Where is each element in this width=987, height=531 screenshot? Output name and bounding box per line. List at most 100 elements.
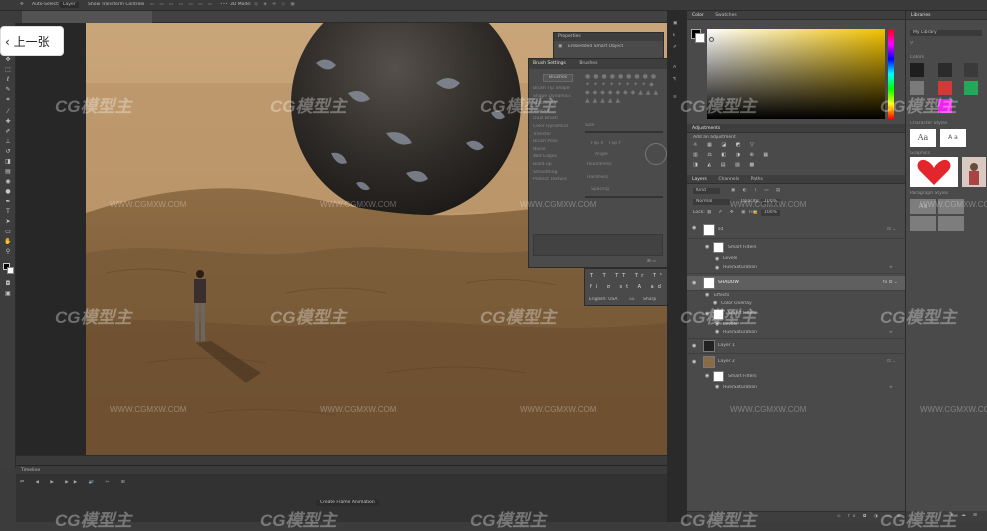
eyedropper-icon[interactable]: ⁄ <box>4 109 12 115</box>
visibility-eye-icon[interactable]: ◉ <box>705 245 710 250</box>
screen-mode-icon[interactable]: ▣ <box>4 291 12 297</box>
adjustment-icons-row-2[interactable]: ▥ ⚖ ◧ ◑ ⊕ ▦ <box>693 152 772 159</box>
path-select-icon[interactable]: ➤ <box>4 219 12 225</box>
filter-options-icon[interactable]: ≑ <box>889 265 893 271</box>
visibility-eye-icon[interactable]: ◉ <box>715 266 720 271</box>
new-brush-icon[interactable]: ⊞ ▭ <box>647 259 656 265</box>
document-tab[interactable]: BIG SPHERE ALPHA.png @ 600% (SHADOW, RGB… <box>22 11 152 30</box>
visibility-eye-icon[interactable]: ◉ <box>705 293 710 298</box>
brush-option[interactable]: Protect Texture <box>533 177 581 185</box>
paragraph-icon[interactable]: ¶ <box>673 77 676 83</box>
layer-row-effects[interactable]: ◉ Effects <box>687 292 905 300</box>
adjustment-icons-row-1[interactable]: ☼ ▦ ◪ ◩ ▽ <box>693 142 758 149</box>
visibility-eye-icon[interactable]: ◉ <box>692 344 697 349</box>
info-icon[interactable]: ℹ <box>673 33 675 39</box>
previous-image-button[interactable]: ‹ 上一张 <box>0 26 64 56</box>
clone-stamp-icon[interactable]: ⊥ <box>4 139 12 145</box>
layer-row-smart-filters[interactable]: ◉ Smart Filters <box>687 241 905 255</box>
quick-select-icon[interactable]: ✎ <box>4 87 12 93</box>
quick-mask-icon[interactable]: ◘ <box>4 281 12 287</box>
brush-option[interactable]: Wet Edges <box>533 154 581 162</box>
brush-panel-icon[interactable]: ✐ <box>673 45 677 51</box>
history-icon[interactable]: ▣ <box>673 21 677 27</box>
dodge-tool-icon[interactable]: ● <box>4 189 12 195</box>
visibility-eye-icon[interactable]: ◉ <box>692 360 697 365</box>
background-color-chip[interactable] <box>695 33 705 43</box>
photo-graphic-thumbnail[interactable] <box>962 157 986 187</box>
tab-channels[interactable]: Channels <box>718 177 739 182</box>
flip-y-checkbox[interactable]: Flip Y <box>609 141 621 147</box>
library-color-swatch[interactable] <box>964 81 978 95</box>
playback-controls[interactable]: ⏮ ◀ ▶ ▶▶ 🔊 ✂ ⊞ <box>20 480 130 486</box>
heart-graphic-thumbnail[interactable] <box>910 157 958 187</box>
tab-paths[interactable]: Paths <box>751 177 763 182</box>
type-tool-icon[interactable]: T <box>4 209 12 215</box>
flip-x-checkbox[interactable]: Flip X <box>591 141 603 147</box>
size-slider[interactable] <box>585 131 663 133</box>
layer-row-sd[interactable]: ◉ sd ⊡ ⌄ <box>687 221 905 239</box>
healing-brush-icon[interactable]: ✚ <box>4 119 12 125</box>
eraser-tool-icon[interactable]: ◨ <box>4 159 12 165</box>
marquee-tool-icon[interactable]: ⬚ <box>4 67 12 73</box>
brush-option[interactable]: Dual Brush <box>533 116 581 124</box>
brush-option[interactable]: Smoothing <box>533 170 581 178</box>
shape-tool-icon[interactable]: ▭ <box>4 229 12 235</box>
anti-alias-dropdown[interactable]: Sharp <box>643 297 656 303</box>
visibility-eye-icon[interactable]: ◉ <box>715 330 720 335</box>
background-color-swatch[interactable] <box>7 267 14 274</box>
layer-filter-icons[interactable]: ▣ ◐ T ▭ ▤ <box>731 188 783 194</box>
tab-color[interactable]: Color <box>692 13 704 18</box>
brushes-button[interactable]: Brushes <box>543 74 574 82</box>
move-tool-icon[interactable]: ✥ <box>20 2 24 8</box>
show-transform-controls[interactable]: Show Transform Controls <box>88 2 144 8</box>
brush-angle-preview[interactable] <box>645 143 667 165</box>
library-dropdown[interactable]: My Library <box>910 30 982 36</box>
adjustment-icons-row-3[interactable]: ◨ ◭ ▤ ▨ ▩ <box>693 162 758 169</box>
character-icon[interactable]: A <box>673 65 676 71</box>
layer-row-shadow[interactable]: ◉ SHADOW fx ⊡ ⌄ <box>687 276 905 291</box>
fill-value[interactable]: 100% <box>761 210 780 216</box>
library-search-icon[interactable]: ⚲ <box>910 41 913 47</box>
layer-filter-kind[interactable]: Kind <box>693 188 720 194</box>
history-brush-icon[interactable]: ↺ <box>4 149 12 155</box>
tab-brushes[interactable]: Brushes <box>579 61 597 66</box>
hand-tool-icon[interactable]: ✋ <box>4 239 12 245</box>
visibility-eye-icon[interactable]: ◉ <box>715 385 720 390</box>
layer-row-hue-saturation[interactable]: ◉ Hue/Saturation ≑ <box>687 329 905 339</box>
paragraph-style-card[interactable] <box>910 216 936 231</box>
layer-row-hue-saturation[interactable]: ◉ Hue/Saturation ≑ <box>687 264 905 274</box>
color-picker-ring[interactable] <box>709 37 714 42</box>
layer-row-layer-2[interactable]: ◉ Layer 2 ⊡ ⌄ <box>687 355 905 370</box>
paragraph-style-card[interactable] <box>938 216 964 231</box>
layer-row-layer-1[interactable]: ◉ Layer 1 <box>687 339 905 354</box>
character-style-card[interactable]: Aa <box>910 129 936 147</box>
brush-option[interactable]: Transfer <box>533 132 581 140</box>
align-icons[interactable]: ▭ ▭ ▭ ▭ ▭ ▭ ▭ ▭ <box>140 2 214 8</box>
lasso-tool-icon[interactable]: ℓ <box>4 77 12 83</box>
brush-option[interactable]: Build-up <box>533 162 581 170</box>
zoom-tool-icon[interactable]: ⚲ <box>4 249 12 255</box>
library-color-swatch[interactable] <box>938 63 952 77</box>
gradient-tool-icon[interactable]: ▤ <box>4 169 12 175</box>
language-dropdown[interactable]: English: USA <box>589 297 618 303</box>
blend-mode-dropdown[interactable]: Normal <box>693 199 731 205</box>
filter-options-icon[interactable]: ≑ <box>889 330 893 336</box>
brush-option[interactable]: Noise <box>533 147 581 155</box>
layer-row-hue-saturation[interactable]: ◉ Hue/Saturation ≑ <box>687 384 905 394</box>
tab-layers[interactable]: Layers <box>692 177 707 182</box>
crop-tool-icon[interactable]: ⌗ <box>4 97 12 103</box>
tab-brush-settings[interactable]: Brush Settings <box>533 61 566 66</box>
layer-dropdown[interactable]: Layer <box>60 2 79 8</box>
visibility-eye-icon[interactable]: ◉ <box>715 257 720 262</box>
filter-options-icon[interactable]: ≑ <box>889 385 893 391</box>
properties-icon[interactable]: ≡ <box>673 95 677 101</box>
layer-row-levels[interactable]: ◉ Levels <box>687 255 905 264</box>
brush-option[interactable]: Brush Pose <box>533 139 581 147</box>
3d-mode-icons[interactable]: ◎ ◈ ✣ ◇ ▣ <box>254 2 297 8</box>
brush-tip-grid[interactable]: ●●●●●●●●●✦✦✦✦✦✦✦✦◆◆◆◆◆◆◆◆▲▲▲▲▲▲▲▲ <box>585 73 663 119</box>
library-color-swatch[interactable] <box>910 63 924 77</box>
library-color-swatch[interactable] <box>964 63 978 77</box>
visibility-eye-icon[interactable]: ◉ <box>705 374 710 379</box>
pen-tool-icon[interactable]: ✒ <box>4 199 12 205</box>
visibility-eye-icon[interactable]: ◉ <box>692 226 697 231</box>
